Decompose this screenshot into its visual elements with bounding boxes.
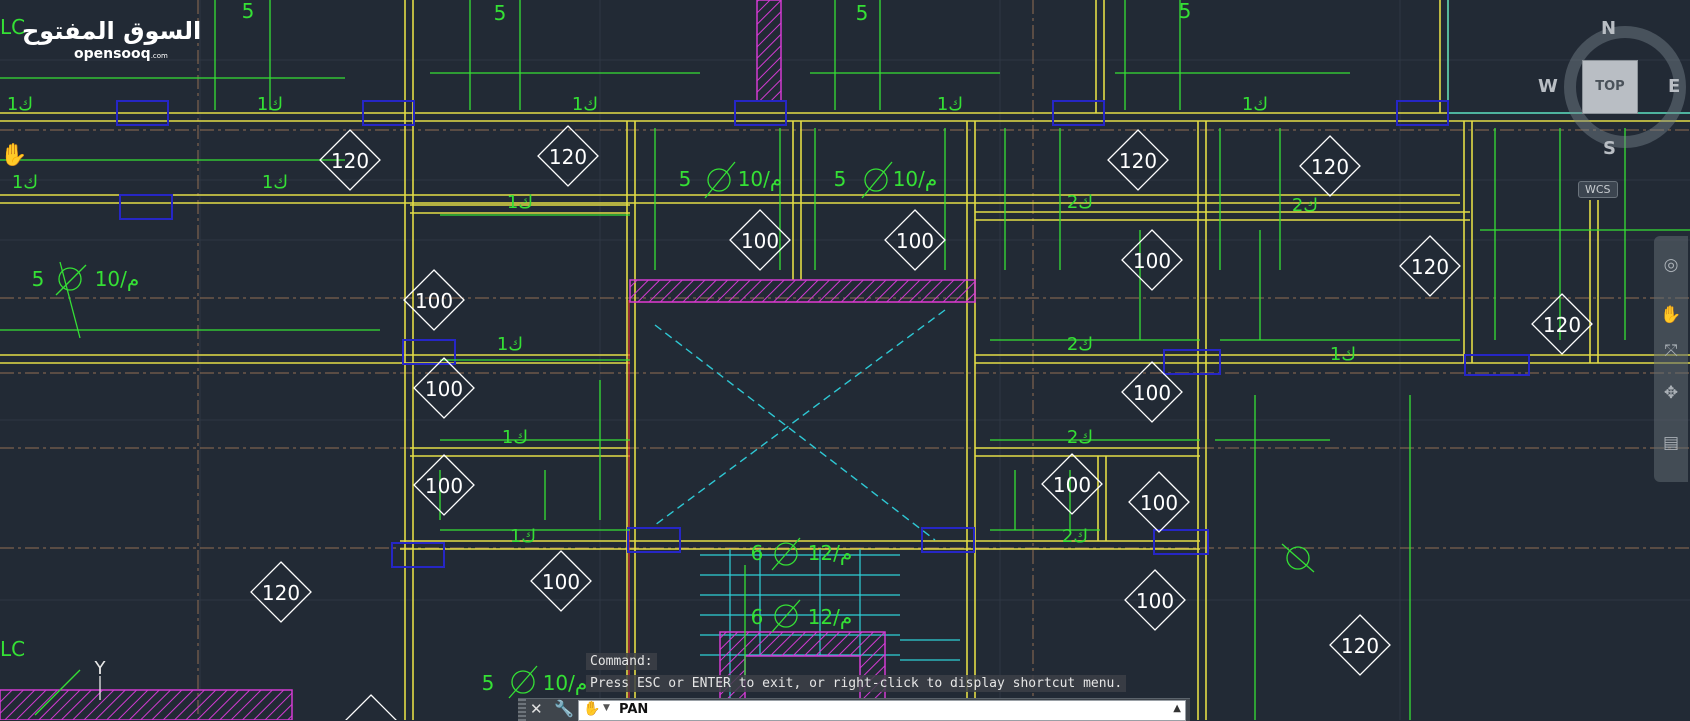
orbit-icon[interactable]: ✥ (1660, 382, 1682, 404)
slab-label: 120 (1411, 255, 1449, 279)
zoom-extents-icon[interactable]: ⤧ (1660, 340, 1682, 362)
rebar-text: 5 10/م 5 10/م 5 10/م 6 12/م 6 12/م 5 10/… (32, 0, 1192, 695)
beam-label: 1ك (502, 427, 528, 448)
slab-label: 100 (1053, 473, 1091, 497)
viewcube[interactable]: N S W E TOP WCS (1538, 18, 1690, 200)
command-input-text: PAN (619, 702, 649, 717)
viewcube-top-face[interactable]: TOP (1582, 60, 1638, 114)
beam-label: 1ك (7, 94, 33, 115)
rebar-markers (55, 161, 1315, 699)
beam-label: 1ك (1330, 344, 1356, 365)
rebar-spacing: 10/م (95, 267, 140, 291)
beam-label: 1ك (497, 334, 523, 355)
steering-wheel-icon[interactable]: ◎ (1660, 254, 1682, 276)
beam-label: 1ك (937, 94, 963, 115)
rebar-spacing: 12/م (808, 541, 853, 565)
beam-label: 2ك (1067, 334, 1093, 355)
slab-label: 100 (1133, 249, 1171, 273)
lc-label: LC (0, 637, 25, 661)
rebar-spacing: 10/م (738, 167, 783, 191)
slab-label: 100 (415, 289, 453, 313)
watermark-latin: opensooq.com (74, 46, 168, 62)
beam-label: 1ك (12, 172, 38, 193)
compass-west[interactable]: W (1538, 76, 1558, 97)
beam-label: 1ك (257, 94, 283, 115)
slab-label: 120 (331, 149, 369, 173)
recent-commands-caret-icon[interactable]: ▼ (603, 703, 610, 713)
rebar-count: 6 (751, 605, 764, 629)
opening-cross (654, 309, 946, 541)
slab-label: 120 (262, 581, 300, 605)
rebar-spacing: 10/م (543, 671, 588, 695)
watermark-arabic: السوق المفتوح (22, 17, 202, 45)
compass-east[interactable]: E (1668, 76, 1680, 97)
beam-label: 2ك (1067, 192, 1093, 213)
beam-label: 2ك (1067, 427, 1093, 448)
close-icon[interactable]: ✕ (530, 700, 543, 718)
slab-label: 120 (1311, 155, 1349, 179)
slab-label: 100 (896, 229, 934, 253)
beam-label: 1ك (510, 526, 536, 547)
pan-hand-icon[interactable]: ✋ (1660, 304, 1682, 326)
slab-label: 120 (1341, 634, 1379, 658)
rebar-count: 5 (32, 267, 45, 291)
slab-label: 100 (741, 229, 779, 253)
slab-label: 100 (1140, 491, 1178, 515)
showmotion-icon[interactable]: ▤ (1660, 432, 1682, 454)
pan-hand-icon: ✋ (583, 701, 601, 717)
beam-label: 1ك (507, 192, 533, 213)
rebar-count: 5 (834, 167, 847, 191)
beam-label: 2ك (1062, 526, 1088, 547)
ucs-menu-button[interactable]: WCS (1578, 181, 1618, 198)
beam-label: 1ك (1242, 94, 1268, 115)
slab-label: 100 (1136, 589, 1174, 613)
rebar-spacing: 10/م (893, 167, 938, 191)
rebar-count: 5 (242, 0, 255, 23)
drawing-canvas[interactable]: 120 120 120 120 120 100 100 100 100 100 … (0, 0, 1690, 720)
rebar-count: 5 (856, 1, 869, 25)
beam-label: 1ك (572, 94, 598, 115)
command-history-label: Command: (586, 653, 657, 670)
slab-label: 100 (425, 474, 463, 498)
command-line-grip[interactable] (518, 699, 526, 721)
rebar-count: 5 (482, 671, 495, 695)
command-history-message: Press ESC or ENTER to exit, or right-cli… (586, 675, 1127, 692)
rebar-count: 6 (751, 541, 764, 565)
watermark-logo: السوق المفتوح opensooq.com (22, 18, 201, 62)
slab-label: 100 (425, 377, 463, 401)
slab-label: 100 (542, 570, 580, 594)
compass-south[interactable]: S (1603, 138, 1616, 159)
rebar-count: 5 (494, 1, 507, 25)
compass-north[interactable]: N (1601, 18, 1616, 39)
pan-cursor-icon: ✋ (0, 142, 27, 168)
beam-label: 1ك (262, 172, 288, 193)
navigation-bar: ◎ ✋ ⤧ ✥ ▤ (1654, 236, 1688, 482)
wrench-icon[interactable]: 🔧 (554, 699, 574, 718)
command-input[interactable]: ✋ ▼ PAN ▲ (578, 700, 1186, 721)
ucs-y-label: Y (94, 658, 107, 679)
command-line: ✕ 🔧 ✋ ▼ PAN ▲ (518, 698, 1190, 721)
rebar-count: 5 (679, 167, 692, 191)
rebar-count: 5 (1179, 0, 1192, 23)
beam-label: 2ك (1292, 195, 1318, 216)
slab-label: 120 (549, 145, 587, 169)
slab-label: 100 (1133, 381, 1171, 405)
slab-label: 120 (1543, 313, 1581, 337)
command-history-toggle-icon[interactable]: ▲ (1173, 703, 1181, 714)
rebar-spacing: 12/م (808, 605, 853, 629)
slab-label: 120 (1119, 149, 1157, 173)
